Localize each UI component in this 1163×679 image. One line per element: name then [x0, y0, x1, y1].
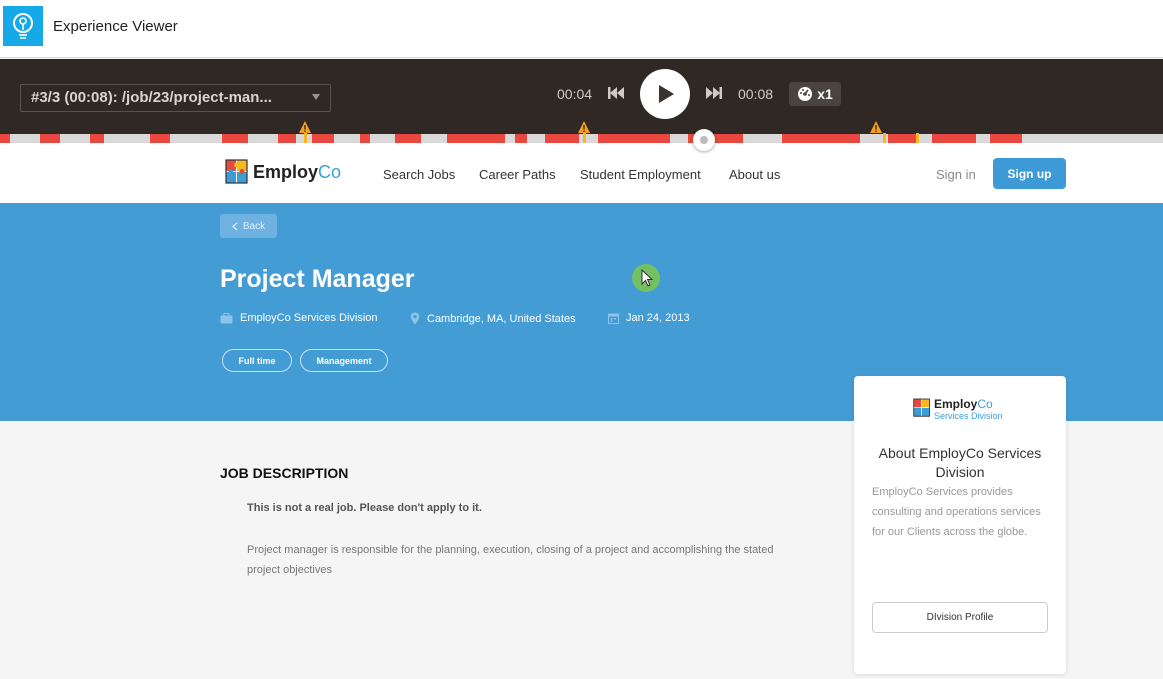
app-header: Experience Viewer: [0, 0, 1163, 58]
timeline-error-segment: [713, 134, 743, 143]
nav-student-employment[interactable]: Student Employment: [580, 167, 701, 182]
nav-search-jobs[interactable]: Search Jobs: [383, 167, 455, 182]
tag-full-time[interactable]: Full time: [222, 349, 292, 372]
brand-name: EmployCo: [253, 161, 342, 182]
timeline-error-segment: [932, 134, 976, 143]
end-time: 00:08: [738, 86, 774, 102]
job-date: Jan 24, 2013: [608, 312, 690, 324]
skip-back-button[interactable]: [606, 84, 626, 102]
division-logo: EmployCo Services Division: [913, 398, 1003, 421]
nav-about-us[interactable]: About us: [729, 167, 780, 182]
chevron-left-icon: [231, 222, 238, 230]
timeline-error-segment: [888, 134, 916, 143]
job-title: Project Manager: [220, 265, 415, 293]
division-card: EmployCo Services Division About EmployC…: [854, 376, 1066, 674]
division-card-text: EmployCo Services provides consulting an…: [872, 486, 1041, 538]
skip-back-icon: [608, 87, 624, 99]
playback-speed-label: x1: [817, 86, 833, 102]
timeline-error-segment: [360, 134, 370, 143]
timeline-error-segment: [545, 134, 579, 143]
skip-forward-button[interactable]: [704, 84, 724, 102]
play-icon: [659, 85, 674, 103]
job-description-heading: JOB DESCRIPTION: [220, 465, 349, 481]
timeline-error-segment: [515, 134, 527, 143]
tag-management[interactable]: Management: [300, 349, 388, 372]
division-brand-name: EmployCo: [934, 397, 993, 411]
warning-icon[interactable]: [298, 120, 312, 134]
division-brand-sub: Services Division: [934, 411, 1003, 421]
nav-career-paths[interactable]: Career Paths: [479, 167, 556, 182]
timeline-error-segment: [312, 134, 334, 143]
chevron-down-icon: [312, 94, 320, 100]
division-card-title: About EmployCo Services Division: [878, 445, 1042, 480]
briefcase-icon: [220, 312, 233, 323]
warning-icon[interactable]: [577, 120, 591, 134]
timeline-error-segment: [150, 134, 170, 143]
replay-cursor: [632, 264, 660, 292]
job-company-label: EmployCo Services Division: [240, 312, 378, 324]
app-title: Experience Viewer: [53, 18, 178, 35]
timeline-warning-marker: [883, 133, 886, 143]
puzzle-logo-icon: [225, 159, 248, 184]
timeline-error-segment: [598, 134, 670, 143]
play-button[interactable]: [640, 69, 690, 119]
timeline-error-segment: [990, 134, 1022, 143]
back-button-label: Back: [242, 220, 266, 232]
back-button[interactable]: Back: [220, 214, 277, 238]
job-description-body: Project manager is responsible for the p…: [247, 544, 774, 576]
app-logo-icon: [3, 6, 43, 46]
current-time: 00:04: [557, 86, 593, 102]
timeline-error-segment: [40, 134, 60, 143]
job-location: Cambridge, MA, United States: [410, 312, 576, 325]
mouse-pointer-icon: [641, 268, 654, 287]
division-profile-button[interactable]: DIvision Profile: [872, 602, 1048, 633]
speedometer-icon: [798, 87, 813, 101]
timeline-error-segment: [278, 134, 296, 143]
timeline-error-segment: [447, 134, 505, 143]
timeline-error-segment: [90, 134, 104, 143]
sign-in-link[interactable]: Sign in: [936, 167, 976, 182]
playback-speed-button[interactable]: x1: [789, 82, 841, 106]
timeline-warning-marker: [583, 133, 586, 143]
timeline-warning-marker: [304, 133, 307, 143]
timeline-error-segment: [395, 134, 421, 143]
site-navbar: EmployCo Search Jobs Career Paths Studen…: [0, 143, 1163, 203]
sign-up-button[interactable]: Sign up: [993, 158, 1066, 189]
session-select-label: #3/3 (00:08): /job/23/project-man...: [31, 89, 272, 106]
replay-timeline[interactable]: [0, 134, 1163, 143]
job-company: EmployCo Services Division: [220, 312, 378, 324]
timeline-error-segment: [0, 134, 10, 143]
timeline-error-segment: [222, 134, 248, 143]
calendar-icon: [608, 313, 619, 324]
timeline-scrubber-handle[interactable]: [693, 129, 715, 151]
map-pin-icon: [410, 312, 420, 325]
skip-forward-icon: [706, 87, 722, 99]
timeline-warning-marker: [916, 133, 919, 143]
session-select[interactable]: #3/3 (00:08): /job/23/project-man...: [20, 84, 331, 112]
job-date-label: Jan 24, 2013: [626, 312, 690, 324]
warning-icon[interactable]: [869, 120, 883, 134]
puzzle-logo-icon: [913, 398, 930, 417]
job-description-notice: This is not a real job. Please don't app…: [247, 502, 482, 514]
job-location-label: Cambridge, MA, United States: [427, 312, 576, 325]
timeline-error-segment: [782, 134, 860, 143]
employco-logo[interactable]: EmployCo: [225, 159, 341, 185]
